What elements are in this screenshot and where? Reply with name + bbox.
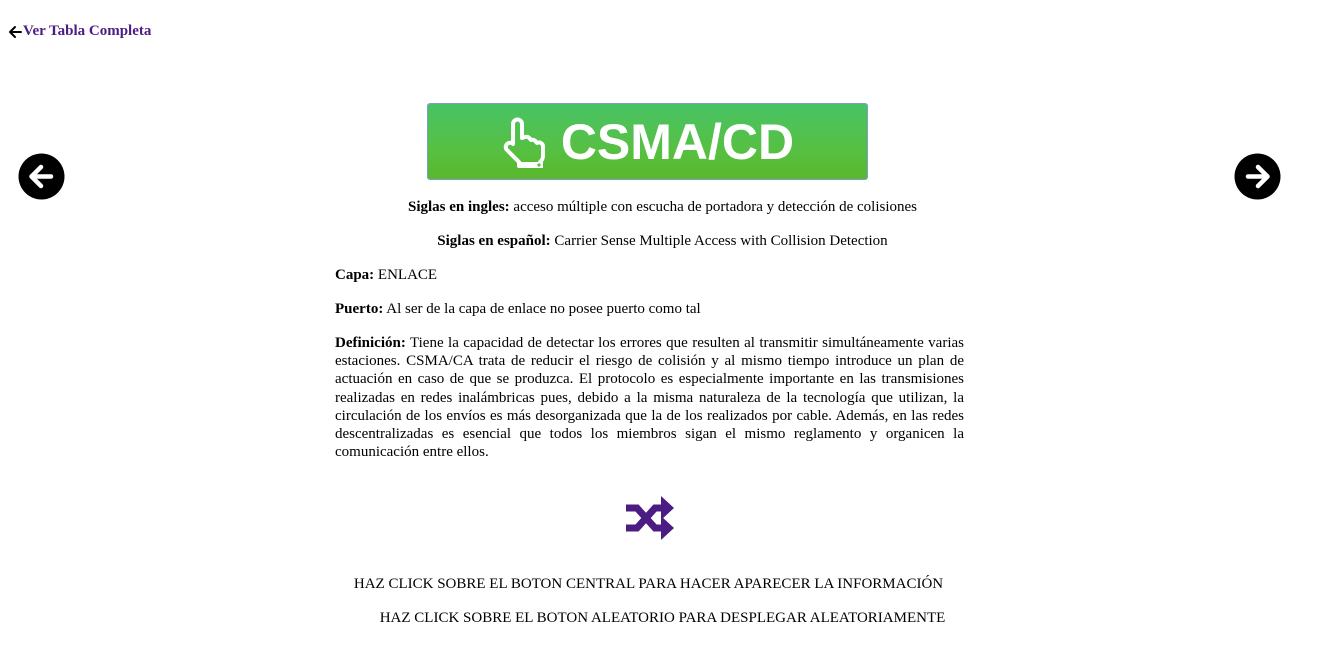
siglas-ingles-label: Siglas en ingles: [407,199,510,215]
siglas-espanol-label: Siglas en español: [437,233,551,249]
previous-button[interactable] [18,153,65,200]
back-to-table-link[interactable]: Ver Tabla Completa [8,23,151,40]
siglas-ingles-value: acceso múltiple con escucha de portadora… [513,199,918,215]
back-link-label: Ver Tabla Completa [23,23,152,39]
siglas-espanol-row: Siglas en español: Carrier Sense Multipl… [0,233,1325,250]
puerto-label: Puerto: [335,301,384,317]
instruction-random: HAZ CLICK SOBRE EL BOTON ALEATORIO PARA … [379,610,946,626]
capa-value: ENLACE [377,267,438,283]
random-button[interactable] [625,496,675,540]
protocol-title-button[interactable]: CSMA/CD [427,103,868,180]
next-button[interactable] [1234,153,1281,200]
arrow-left-icon [9,25,22,38]
instruction-central: HAZ CLICK SOBRE EL BOTON CENTRAL PARA HA… [353,576,944,592]
hand-pointer-icon [503,117,545,168]
definicion-value: Tiene la capacidad de detectar los error… [335,335,964,461]
circle-arrow-right-icon [1234,153,1281,200]
puerto-row: Puerto: Al ser de la capa de enlace no p… [335,301,964,318]
siglas-ingles-row: Siglas en ingles: acceso múltiple con es… [0,199,1325,216]
circle-arrow-left-icon [18,153,65,200]
siglas-espanol-value: Carrier Sense Multiple Access with Colli… [554,233,888,249]
definicion-paragraph: Definición: Tiene la capacidad de detect… [335,334,964,461]
capa-row: Capa: ENLACE [335,267,964,284]
definicion-label: Definición: [335,335,406,351]
shuffle-icon [626,496,674,540]
capa-label: Capa: [335,267,375,283]
puerto-value: Al ser de la capa de enlace no posee pue… [386,301,701,317]
protocol-title: CSMA/CD [560,113,795,170]
